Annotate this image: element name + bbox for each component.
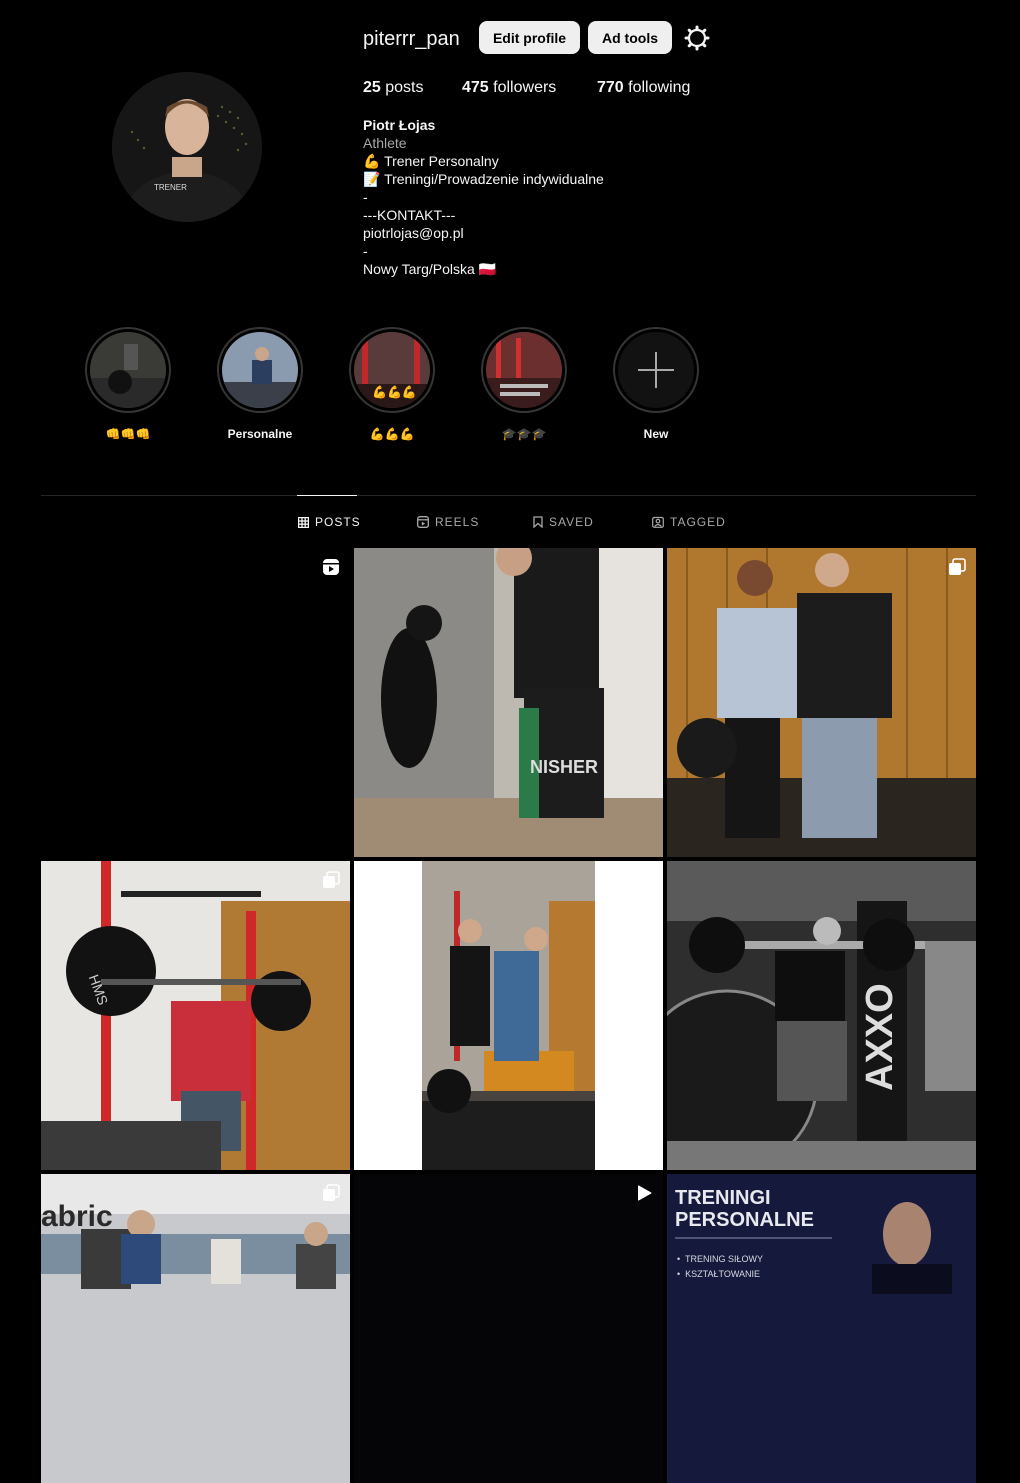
highlight-item[interactable]: 👊👊👊 [85, 327, 171, 441]
post-tile[interactable]: HMS [41, 861, 350, 1170]
carousel-icon [323, 1184, 340, 1201]
post-tile[interactable]: NISHER [354, 548, 663, 857]
post-text-title: TRENINGI PERSONALNE [675, 1187, 814, 1231]
post-tile[interactable] [354, 861, 663, 1170]
edit-profile-button[interactable]: Edit profile [479, 21, 580, 54]
carousel-icon [949, 558, 966, 575]
highlight-label: 🎓🎓🎓 [501, 427, 547, 441]
highlight-label: New [643, 427, 669, 441]
post-text-item: • KSZTAŁTOWANIE [677, 1269, 760, 1279]
post-tile[interactable] [354, 1174, 663, 1483]
bio-line: - [363, 189, 368, 205]
ad-tools-button[interactable]: Ad tools [588, 21, 672, 54]
highlight-item[interactable]: 💪💪💪 💪💪💪 [349, 327, 435, 441]
tab-reels[interactable]: REELS [417, 515, 479, 529]
svg-text:AXXO: AXXO [859, 983, 901, 1091]
post-tile[interactable]: abric [41, 1174, 350, 1483]
new-highlight-button[interactable]: New [613, 327, 699, 441]
plus-icon [618, 332, 694, 408]
highlight-cover [90, 332, 166, 408]
highlight-label: 👊👊👊 [105, 427, 151, 441]
bio-line: - [363, 243, 368, 259]
svg-text:NISHER: NISHER [530, 757, 598, 777]
tab-posts[interactable]: POSTS [298, 515, 361, 529]
profile-avatar[interactable]: TRENER [112, 72, 262, 222]
tab-label: TAGGED [670, 515, 726, 529]
followers-count-value: 475 [462, 79, 489, 96]
bio-email-line: piotrlojas@op.pl [363, 225, 464, 241]
bookmark-icon [533, 516, 543, 528]
tab-saved[interactable]: SAVED [533, 515, 594, 529]
highlight-cover: 💪💪💪 [354, 332, 430, 408]
play-icon [638, 1185, 652, 1201]
tab-label: POSTS [315, 515, 361, 529]
followers-link[interactable]: 475 followers [462, 79, 556, 97]
active-tab-indicator [297, 495, 357, 496]
tagged-icon [652, 516, 664, 528]
profile-bio: Piotr Łojas Athlete 💪 Trener Personalny … [363, 116, 763, 278]
highlight-item[interactable]: 🎓🎓🎓 [481, 327, 567, 441]
tab-label: REELS [435, 515, 480, 529]
tabs-divider [41, 495, 976, 496]
carousel-icon [323, 871, 340, 888]
bio-name: Piotr Łojas [363, 117, 436, 133]
tab-tagged[interactable]: TAGGED [652, 515, 726, 529]
settings-gear-icon[interactable] [684, 25, 710, 51]
grid-icon [298, 516, 309, 528]
post-tile[interactable]: TRENINGI PERSONALNE • TRENING SIŁOWY • K… [667, 1174, 976, 1483]
posts-count: 25 posts [363, 79, 424, 97]
following-count-label: following [628, 79, 691, 96]
bio-line: 📝 Treningi/Prowadzenie indywidualne [363, 171, 604, 187]
post-tile[interactable] [667, 548, 976, 857]
reels-icon [417, 516, 429, 528]
posts-count-label: posts [385, 79, 424, 96]
highlight-cover [486, 332, 562, 408]
svg-text:abric: abric [41, 1200, 113, 1233]
post-text-item: • TRENING SIŁOWY [677, 1254, 764, 1264]
reels-icon [323, 559, 339, 575]
highlight-label: 💪💪💪 [369, 427, 415, 441]
highlight-item[interactable]: Personalne [217, 327, 303, 441]
bio-line: 💪 Trener Personalny [363, 153, 499, 169]
highlight-cover [222, 332, 298, 408]
post-tile[interactable] [41, 548, 350, 857]
post-text-list: • TRENING SIŁOWY • KSZTAŁTOWANIE [677, 1252, 763, 1282]
posts-count-value: 25 [363, 79, 381, 96]
followers-count-label: followers [493, 79, 557, 96]
following-link[interactable]: 770 following [597, 79, 690, 97]
bio-location-line: Nowy Targ/Polska 🇵🇱 [363, 261, 497, 277]
bio-category: Athlete [363, 135, 407, 151]
svg-text:TRENER: TRENER [154, 183, 187, 192]
svg-text:💪💪💪: 💪💪💪 [372, 385, 417, 399]
bio-line: ---KONTAKT--- [363, 207, 456, 223]
highlight-label: Personalne [227, 427, 293, 441]
post-tile[interactable]: AXXO [667, 861, 976, 1170]
tab-label: SAVED [549, 515, 594, 529]
username: piterrr_pan [363, 28, 460, 50]
following-count-value: 770 [597, 79, 624, 96]
